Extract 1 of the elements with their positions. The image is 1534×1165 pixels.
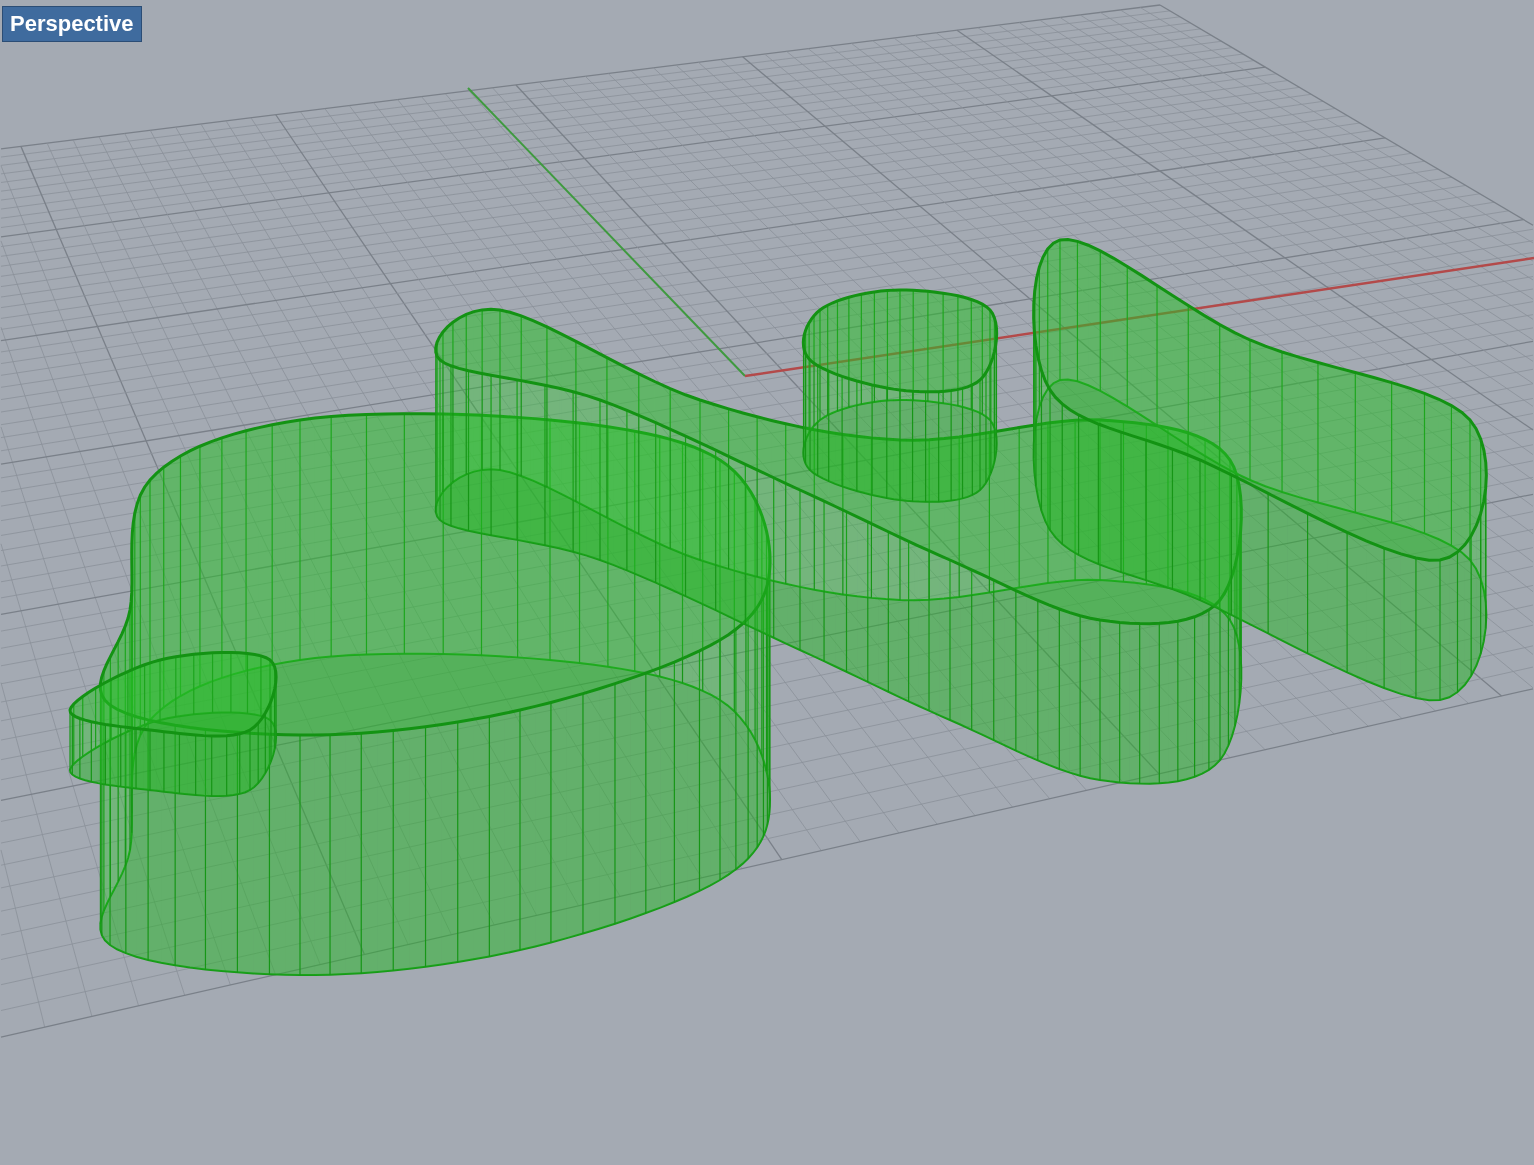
viewport-title[interactable]: Perspective	[2, 6, 142, 42]
